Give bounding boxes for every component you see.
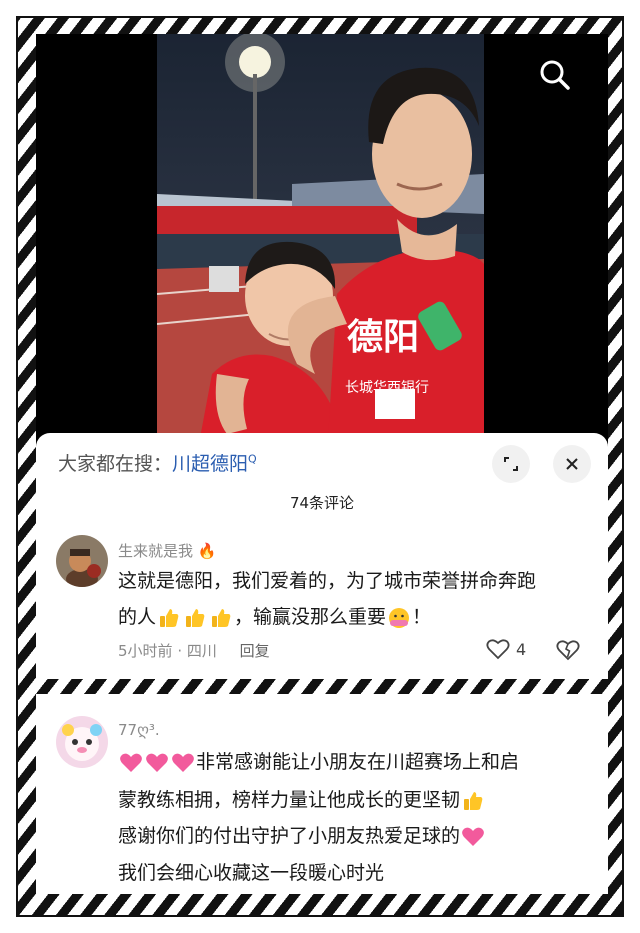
comment-text-segment: 感谢你们的付出守护了小朋友热爱足球的 (118, 825, 461, 847)
search-hint-prefix: 大家都在搜： (58, 453, 173, 475)
comment-text-line: 这就是德阳，我们爱着的，为了城市荣誉拼命奔跑 (118, 570, 537, 592)
trending-search-hint[interactable]: 大家都在搜：川超德阳Q (58, 449, 257, 476)
fire-icon: 🔥 (197, 542, 217, 560)
comment-text-line: 非常感谢能让小朋友在川超赛场上和启 (118, 744, 519, 780)
video-photo[interactable]: 德阳 长城华西银行 (157, 34, 484, 454)
comment-text-line: 感谢你们的付出守护了小朋友热爱足球的 (118, 818, 486, 854)
jersey-sponsor-text: 长城华西银行 (345, 380, 429, 396)
jersey-text: 德阳 (347, 317, 419, 357)
thumbs-up-icon (209, 606, 233, 630)
like-button[interactable]: 4 (486, 638, 526, 660)
comment-text-segment: 非常感谢能让小朋友在川超赛场上和启 (196, 751, 520, 773)
close-icon (566, 458, 578, 470)
comment-location: 四川 (186, 642, 217, 660)
comment-username[interactable]: 生来就是我 🔥 (118, 540, 216, 561)
comment-text-line: 我们会细心收藏这一段暖心时光 (118, 862, 385, 884)
comment-text-segment: ！ (412, 606, 432, 628)
thumbs-up-icon (461, 789, 485, 813)
search-icon[interactable] (536, 56, 574, 94)
expand-button[interactable] (492, 445, 530, 483)
heart-icon (486, 639, 510, 660)
avatar[interactable] (56, 535, 108, 587)
avatar-image (56, 535, 108, 587)
meta-separator: · (177, 642, 187, 660)
stadium-scene: 德阳 长城华西银行 (157, 34, 484, 454)
pink-heart-icon (145, 751, 169, 775)
username-text: 生来就是我 (118, 542, 194, 560)
dislike-button[interactable] (556, 639, 580, 665)
comment-count: 74条评论 (289, 494, 355, 512)
comment-text-line: 的人 ，输赢没那么重要 ！ (118, 599, 431, 635)
avatar-image (56, 716, 108, 768)
close-button[interactable] (553, 445, 591, 483)
comment-text-segment: ，输赢没那么重要 (234, 606, 387, 628)
reply-button[interactable]: 回复 (240, 642, 270, 660)
comment-text-line: 蒙教练相拥，榜样力量让他成长的更坚韧 (118, 782, 486, 818)
pink-heart-icon (171, 751, 195, 775)
pink-heart-icon (119, 751, 143, 775)
avatar[interactable] (56, 716, 108, 768)
search-hint-keyword[interactable]: 川超德阳 (172, 453, 248, 475)
broken-heart-icon (556, 640, 580, 661)
thumbs-up-icon (157, 606, 181, 630)
like-count: 4 (516, 639, 527, 659)
thumbs-up-icon (183, 606, 207, 630)
pink-heart-icon (461, 825, 485, 849)
username-text: 77ღ³. (118, 721, 160, 739)
comment-time: 5小时前 (118, 642, 173, 660)
comment-text-segment: 的人 (118, 606, 157, 628)
comment-text-segment: 蒙教练相拥，榜样力量让他成长的更坚韧 (118, 789, 461, 811)
expand-icon (504, 457, 518, 471)
comment-username[interactable]: 77ღ³. (118, 721, 160, 739)
comment-meta: 5小时前 · 四川 回复 (118, 640, 270, 661)
search-hint-keyword-suffix: Q (248, 452, 257, 466)
hug-emoji-icon (387, 606, 411, 630)
